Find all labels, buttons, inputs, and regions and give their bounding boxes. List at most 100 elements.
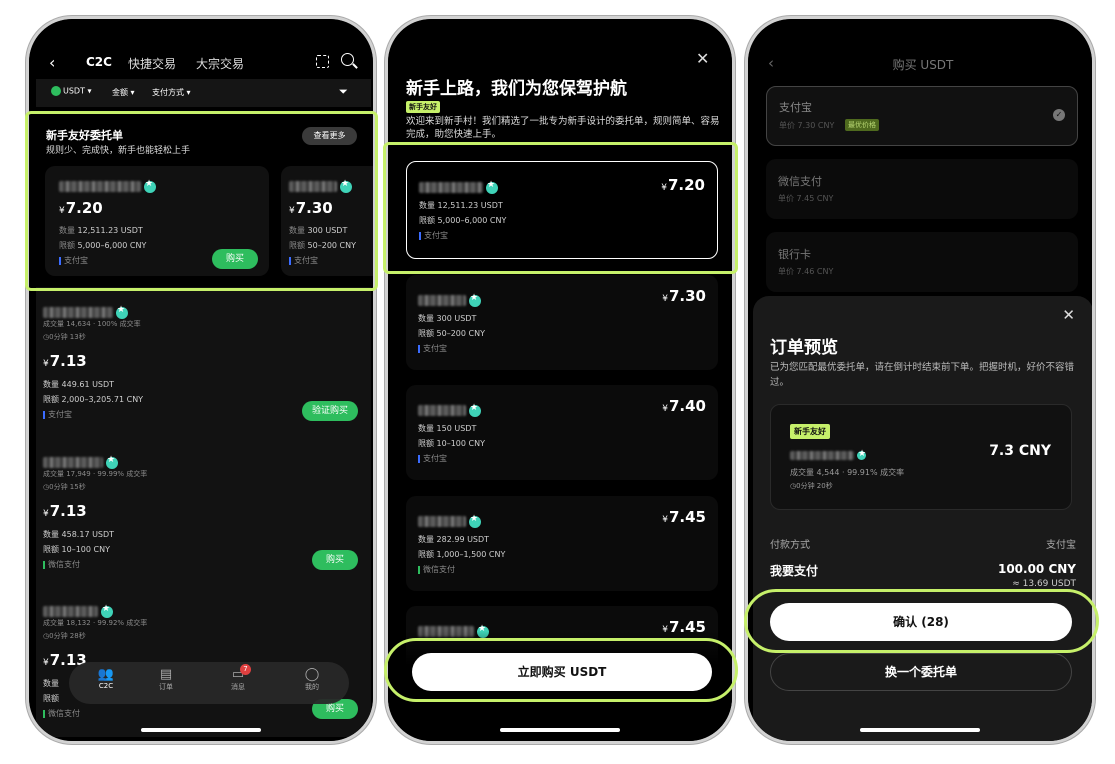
merchant-stats: 成交量 14,634 · 100% 成交率	[43, 320, 141, 328]
phone-beginner: ✕ 新手上路，我们为您保驾护航 新手友好 欢迎来到新手村！我们精选了一批专为新手…	[385, 16, 735, 744]
card-quantity: 数量 12,511.23 USDT	[59, 226, 143, 235]
verified-icon	[116, 305, 128, 319]
see-more-button[interactable]: 查看更多	[302, 127, 357, 145]
tab-me[interactable]: ◯ 我的	[297, 667, 327, 692]
tab-quick-trade[interactable]: 快捷交易	[128, 55, 176, 72]
back-icon[interactable]: ‹	[49, 53, 55, 72]
beginner-title: 新手友好委托单	[46, 129, 123, 142]
pay-amount-label: 我要支付	[770, 564, 819, 578]
home-indicator	[860, 728, 980, 732]
verified-icon	[340, 179, 352, 193]
list-method: 支付宝	[43, 409, 72, 420]
payment-method-wechat[interactable]: 微信支付 单价 7.45 CNY	[766, 159, 1078, 219]
order-preview-sheet: ✕ 订单预览 已为您匹配最优委托单，请在倒计时结束前下单。把握时机，好价不容错过…	[753, 296, 1092, 741]
funnel-icon[interactable]: ⏷	[339, 85, 348, 99]
order-method: 微信支付	[418, 564, 455, 575]
tab-bulk-trade[interactable]: 大宗交易	[196, 55, 244, 72]
matched-price: 7.3 CNY	[989, 443, 1051, 459]
matched-order-card: 新手友好 7.3 CNY 成交量 4,544 · 99.91% 成交率 ◷0分钟…	[770, 404, 1072, 510]
home-indicator	[141, 728, 261, 732]
list-method: 微信支付	[43, 708, 80, 719]
message-badge: 7	[240, 664, 251, 675]
coin-filter-label: USDT	[63, 86, 85, 96]
card-method: 支付宝	[59, 255, 88, 266]
card-price: ¥7.30	[289, 199, 333, 217]
merchant-name	[790, 445, 866, 464]
order-card[interactable]: ¥7.30 数量 300 USDT 限额 50–200 CNY 支付宝	[406, 275, 718, 370]
list-quantity: 数量 449.61 USDT	[43, 380, 115, 389]
card-quantity: 数量 300 USDT	[289, 226, 348, 235]
page-title: 购买 USDT	[892, 58, 954, 72]
tab-c2c[interactable]: C2C	[86, 55, 112, 69]
order-limit: 限额 5,000–6,000 CNY	[419, 216, 507, 225]
page-description: 欢迎来到新手村！我们精选了一批专为新手设计的委托单，规则简单、容易完成，助您快速…	[406, 116, 720, 140]
order-quantity: 数量 300 USDT	[418, 314, 477, 323]
payment-filter[interactable]: 支付方式 ▾	[152, 87, 191, 98]
order-card-selected[interactable]: ¥7.20 数量 12,511.23 USDT 限额 5,000–6,000 C…	[406, 161, 718, 259]
verified-icon	[486, 180, 498, 194]
beginner-card[interactable]: ¥7.20 数量 12,511.23 USDT 限额 5,000–6,000 C…	[45, 166, 269, 276]
list-price: ¥7.13	[43, 502, 87, 520]
merchant-name	[418, 511, 481, 530]
verify-buy-button[interactable]: 验证购买	[302, 401, 358, 421]
list-limit: 限额 10–100 CNY	[43, 545, 110, 554]
amount-filter-label: 金额	[112, 88, 128, 97]
merchant-stats: 成交量 17,949 · 99.99% 成交率	[43, 470, 148, 478]
buy-usdt-button[interactable]: 立即购买 USDT	[412, 653, 712, 691]
order-method: 支付宝	[418, 453, 447, 464]
method-name: 银行卡	[778, 248, 811, 261]
merchant-name	[418, 400, 481, 419]
card-limit: 限额 5,000–6,000 CNY	[59, 241, 147, 250]
phone-c2c: ‹ C2C 快捷交易 大宗交易 USDT ▾ 金额 ▾ 支付方式 ▾ ⏷ 新手友…	[26, 16, 376, 744]
verified-icon	[101, 604, 113, 618]
payment-filter-label: 支付方式	[152, 88, 184, 97]
verified-icon	[469, 293, 481, 307]
tab-c2c-label: C2C	[98, 682, 114, 690]
payment-method-bank[interactable]: 银行卡 单价 7.46 CNY	[766, 232, 1078, 292]
beginner-badge: 新手友好	[790, 424, 830, 439]
avg-time: ◷0分钟 20秒	[790, 482, 833, 490]
pay-amount-approx: ≈ 13.69 USDT	[1012, 579, 1076, 589]
confirm-button[interactable]: 确认 (28)	[770, 603, 1072, 641]
list-limit: 限额	[43, 694, 59, 703]
order-price: ¥7.30	[662, 287, 706, 305]
search-icon-handle	[352, 63, 358, 69]
close-icon[interactable]: ✕	[696, 49, 709, 68]
buy-button[interactable]: 购买	[312, 550, 358, 570]
order-card[interactable]: ¥7.45 数量 282.99 USDT 限额 1,000–1,500 CNY …	[406, 496, 718, 591]
profile-icon: ◯	[304, 667, 320, 682]
scan-icon[interactable]	[316, 55, 329, 68]
verified-icon	[469, 514, 481, 528]
payment-method-alipay[interactable]: 支付宝 单价 7.30 CNY 最优价格 ✓	[766, 86, 1078, 146]
tab-bar: 👥 C2C ▤ 订单 ▭ 消息 7 ◯ 我的	[69, 662, 349, 704]
coin-filter[interactable]: USDT ▾	[51, 86, 92, 96]
switch-order-button[interactable]: 换一个委托单	[770, 653, 1072, 691]
buy-button[interactable]: 购买	[212, 249, 258, 269]
amount-filter[interactable]: 金额 ▾	[112, 87, 135, 98]
method-name: 支付宝	[779, 101, 812, 114]
method-price: 单价 7.30 CNY	[779, 121, 835, 130]
best-price-tag: 最优价格	[845, 119, 879, 131]
method-name: 微信支付	[778, 175, 822, 188]
merchant-name	[419, 177, 498, 196]
order-limit: 限额 50–200 CNY	[418, 329, 485, 338]
close-icon[interactable]: ✕	[1062, 306, 1075, 324]
tab-c2c-nav[interactable]: 👥 C2C	[91, 667, 121, 690]
order-price: ¥7.20	[661, 176, 705, 194]
tab-orders[interactable]: ▤ 订单	[151, 667, 181, 692]
beginner-card[interactable]: ¥7.30 数量 300 USDT 限额 50–200 CNY 支付宝	[281, 166, 373, 276]
order-card[interactable]: ¥7.40 数量 150 USDT 限额 10–100 CNY 支付宝	[406, 385, 718, 480]
card-method: 支付宝	[289, 255, 318, 266]
list-limit: 限额 2,000–3,205.71 CNY	[43, 395, 144, 404]
pay-amount: 100.00 CNY	[997, 562, 1076, 576]
document-icon: ▤	[159, 667, 173, 682]
tab-me-label: 我的	[305, 683, 319, 691]
merchant-name	[418, 290, 481, 309]
tab-messages-label: 消息	[231, 683, 245, 691]
order-method: 支付宝	[419, 230, 448, 241]
card-price: ¥7.20	[59, 199, 103, 217]
order-method: 支付宝	[418, 343, 447, 354]
tab-orders-label: 订单	[159, 683, 173, 691]
list-price: ¥7.13	[43, 352, 87, 370]
avg-time: ◷0分钟 28秒	[43, 632, 86, 640]
